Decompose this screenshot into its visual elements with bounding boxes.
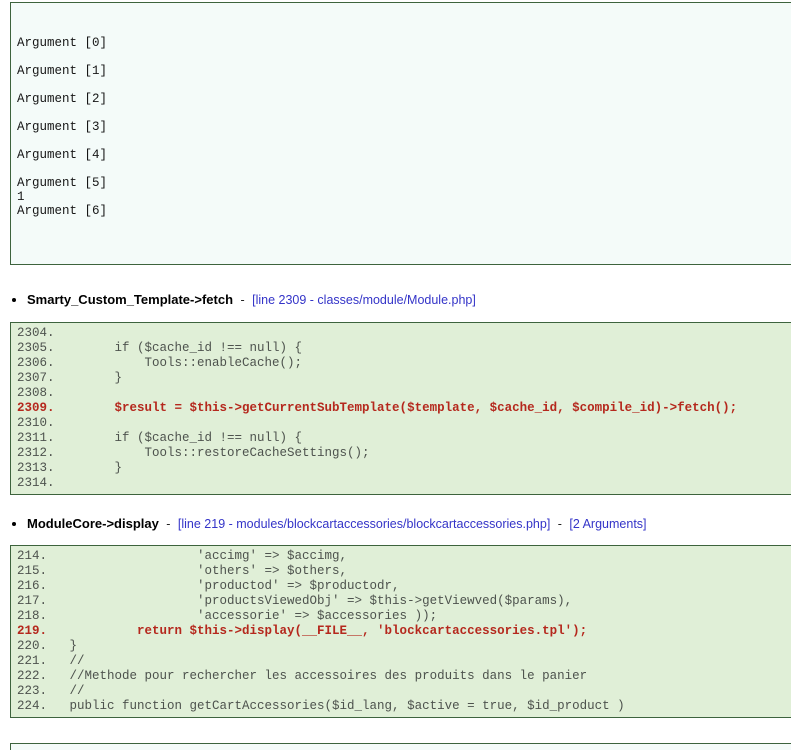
code-line: 2304. — [17, 326, 791, 341]
code-line: 218. 'accessorie' => $accessories )); — [17, 609, 791, 624]
trace-item: Smarty_Custom_Template->fetch - [line 23… — [27, 291, 791, 309]
separator-dash: - — [558, 517, 562, 531]
code-line: 215. 'others' => $others, — [17, 564, 791, 579]
arguments-list: Argument [0] Argument [1] Argument [2] A… — [17, 36, 785, 232]
code-line: 214. 'accimg' => $accimg, — [17, 549, 791, 564]
code-line-highlighted: 219. return $this->display(__FILE__, 'bl… — [17, 624, 791, 639]
code-line: 224. public function getCartAccessories(… — [17, 699, 791, 714]
code-line: 2314. — [17, 476, 791, 491]
separator-dash: - — [166, 517, 170, 531]
code-line: 2310. — [17, 416, 791, 431]
code-excerpt-module-php: 2304.2305. if ($cache_id !== null) {2306… — [10, 322, 791, 495]
code-line: 2305. if ($cache_id !== null) { — [17, 341, 791, 356]
code-line: 2308. — [17, 386, 791, 401]
code-line: 2311. if ($cache_id !== null) { — [17, 431, 791, 446]
arguments-box-top: Argument [0] Argument [1] Argument [2] A… — [10, 2, 791, 265]
code-excerpt-blockcartaccessories-php: 214. 'accimg' => $accimg,215. 'others' =… — [10, 545, 791, 718]
trace-method-name: ModuleCore->display — [27, 516, 159, 531]
code-line: 222. //Methode pour rechercher les acces… — [17, 669, 791, 684]
trace-arguments-link[interactable]: [2 Arguments] — [569, 517, 646, 531]
code-line: 217. 'productsViewedObj' => $this->getVi… — [17, 594, 791, 609]
debug-trace-page: Argument [0] Argument [1] Argument [2] A… — [0, 2, 791, 750]
code-line: 2307. } — [17, 371, 791, 386]
trace-file-link[interactable]: [line 2309 - classes/module/Module.php] — [252, 293, 476, 307]
code-line-highlighted: 2309. $result = $this->getCurrentSubTemp… — [17, 401, 791, 416]
code-line: 2306. Tools::enableCache(); — [17, 356, 791, 371]
separator-dash: - — [240, 293, 244, 307]
code-line: 220. } — [17, 639, 791, 654]
trace-method-name: Smarty_Custom_Template->fetch — [27, 292, 233, 307]
code-line: 223. // — [17, 684, 791, 699]
code-line: 221. // — [17, 654, 791, 669]
code-line: 2312. Tools::restoreCacheSettings(); — [17, 446, 791, 461]
trace-file-link[interactable]: [line 219 - modules/blockcartaccessories… — [178, 517, 550, 531]
trace-item: ModuleCore->display - [line 219 - module… — [27, 515, 791, 533]
stack-trace-entry-1: Smarty_Custom_Template->fetch - [line 23… — [0, 291, 791, 309]
arguments-box-bottom: Argument [0] /home//www/modules/blockcar… — [10, 743, 791, 750]
code-line: 2313. } — [17, 461, 791, 476]
code-line: 216. 'productod' => $productodr, — [17, 579, 791, 594]
stack-trace-entry-2: ModuleCore->display - [line 219 - module… — [0, 515, 791, 533]
